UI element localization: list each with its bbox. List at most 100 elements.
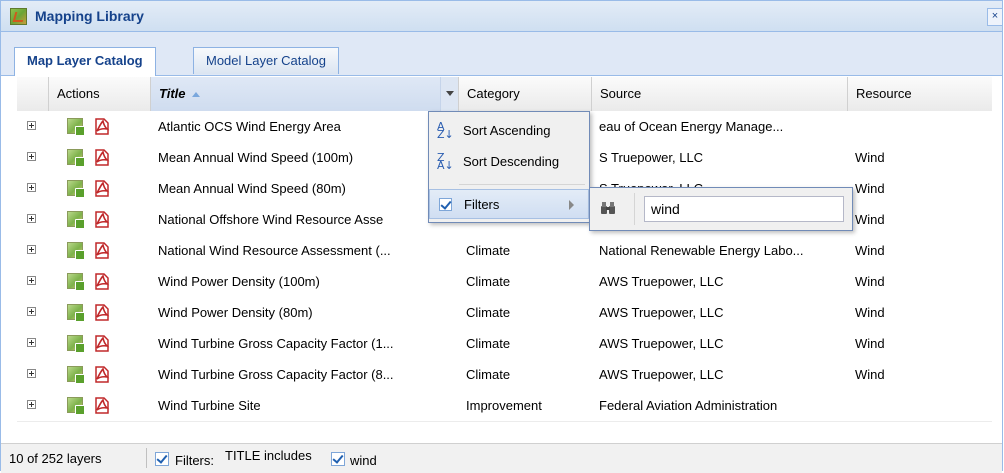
row-resource: Wind — [855, 212, 885, 227]
row-title: Atlantic OCS Wind Energy Area — [158, 119, 341, 134]
pdf-icon[interactable] — [93, 210, 110, 229]
header-resource[interactable]: Resource — [847, 77, 995, 111]
filters-checkbox[interactable] — [439, 198, 452, 211]
table-row[interactable]: Wind Turbine Gross Capacity Factor (8...… — [17, 359, 992, 391]
menu-sort-descending-label: Sort Descending — [463, 154, 560, 169]
table-row[interactable]: Wind Power Density (100m) Climate AWS Tr… — [17, 266, 992, 298]
pdf-icon[interactable] — [93, 334, 110, 353]
expand-row-icon[interactable] — [27, 400, 36, 409]
submenu-separator — [634, 193, 635, 225]
add-to-map-icon[interactable] — [67, 118, 85, 136]
pdf-icon[interactable] — [93, 179, 110, 198]
map-app-icon — [10, 8, 27, 25]
row-resource: Wind — [855, 274, 885, 289]
expand-row-icon[interactable] — [27, 183, 36, 192]
row-resource: Wind — [855, 336, 885, 351]
header-title[interactable]: Title — [150, 77, 458, 111]
row-resource: Wind — [855, 243, 885, 258]
table-row[interactable]: Wind Power Density (80m) Climate AWS Tru… — [17, 297, 992, 329]
row-source: AWS Truepower, LLC — [599, 305, 724, 320]
filter-value-checkbox[interactable] — [331, 452, 345, 466]
add-to-map-icon[interactable] — [67, 335, 85, 353]
header-category[interactable]: Category — [458, 77, 591, 111]
column-context-menu: A Z↓ Sort Ascending Z A↓ Sort Descending F… — [428, 111, 590, 223]
add-to-map-icon[interactable] — [67, 180, 85, 198]
row-resource: Wind — [855, 305, 885, 320]
expand-row-icon[interactable] — [27, 245, 36, 254]
row-title: Wind Turbine Gross Capacity Factor (8... — [158, 367, 394, 382]
row-source: AWS Truepower, LLC — [599, 336, 724, 351]
header-expander-column — [17, 77, 48, 111]
row-category: Climate — [466, 305, 511, 320]
row-source: AWS Truepower, LLC — [599, 367, 724, 382]
expand-row-icon[interactable] — [27, 152, 36, 161]
row-title: Wind Power Density (80m) — [158, 305, 313, 320]
expand-row-icon[interactable] — [27, 276, 36, 285]
filter-text-input[interactable]: wind — [644, 196, 844, 222]
header-actions[interactable]: Actions — [48, 77, 150, 111]
sort-descending-icon: Z A↓ — [437, 151, 454, 172]
row-source: National Renewable Energy Labo... — [599, 243, 804, 258]
add-to-map-icon[interactable] — [67, 304, 85, 322]
row-title: National Offshore Wind Resource Asse — [158, 212, 384, 227]
row-resource: Wind — [855, 150, 885, 165]
sort-ascending-arrow-icon — [191, 92, 200, 98]
row-source: eau of Ocean Energy Manage... — [599, 119, 784, 134]
row-source: AWS Truepower, LLC — [599, 274, 724, 289]
filter-submenu: wind — [589, 187, 853, 231]
filters-active-checkbox[interactable] — [155, 452, 169, 466]
expand-row-icon[interactable] — [27, 121, 36, 130]
row-resource — [855, 390, 985, 421]
add-to-map-icon[interactable] — [67, 149, 85, 167]
expand-row-icon[interactable] — [27, 338, 36, 347]
expand-row-icon[interactable] — [27, 307, 36, 316]
pdf-icon[interactable] — [93, 148, 110, 167]
row-category: Improvement — [466, 398, 542, 413]
row-category: Climate — [466, 274, 511, 289]
table-row[interactable]: National Wind Resource Assessment (... C… — [17, 235, 992, 267]
add-to-map-icon[interactable] — [67, 366, 85, 384]
row-title: Wind Turbine Site — [158, 398, 261, 413]
submenu-arrow-icon — [569, 200, 574, 210]
window-titlebar[interactable]: Mapping Library × — [1, 1, 1002, 32]
pdf-icon[interactable] — [93, 365, 110, 384]
row-title: Mean Annual Wind Speed (80m) — [158, 181, 346, 196]
mapping-library-window: Mapping Library × Map Layer Catalog Mode… — [0, 0, 1003, 473]
row-resource: Wind — [855, 181, 885, 196]
close-button[interactable]: × — [987, 8, 1002, 26]
row-title: Mean Annual Wind Speed (100m) — [158, 150, 354, 165]
window-title: Mapping Library — [35, 8, 144, 24]
row-source: Federal Aviation Administration — [599, 398, 778, 413]
expand-row-icon[interactable] — [27, 214, 36, 223]
menu-filters[interactable]: Filters — [429, 189, 589, 219]
pdf-icon[interactable] — [93, 272, 110, 291]
menu-filters-label: Filters — [464, 197, 500, 212]
menu-separator — [459, 184, 585, 185]
row-category: Climate — [466, 336, 511, 351]
column-menu-trigger-icon[interactable] — [440, 77, 459, 111]
table-row[interactable]: Wind Turbine Gross Capacity Factor (1...… — [17, 328, 992, 360]
tab-model-layer-catalog[interactable]: Model Layer Catalog — [193, 47, 339, 74]
row-title: Wind Power Density (100m) — [158, 274, 320, 289]
layer-count: 10 of 252 layers — [9, 451, 102, 466]
menu-sort-ascending[interactable]: A Z↓ Sort Ascending — [429, 116, 589, 146]
filters-label: Filters: — [175, 453, 214, 468]
pdf-icon[interactable] — [93, 117, 110, 136]
add-to-map-icon[interactable] — [67, 273, 85, 291]
pdf-icon[interactable] — [93, 303, 110, 322]
row-title: National Wind Resource Assessment (... — [158, 243, 391, 258]
add-to-map-icon[interactable] — [67, 397, 85, 415]
pdf-icon[interactable] — [93, 396, 110, 415]
expand-row-icon[interactable] — [27, 369, 36, 378]
menu-sort-descending[interactable]: Z A↓ Sort Descending — [429, 147, 589, 177]
pdf-icon[interactable] — [93, 241, 110, 260]
row-source: S Truepower, LLC — [599, 150, 704, 165]
row-title: Wind Turbine Gross Capacity Factor (1... — [158, 336, 394, 351]
status-separator — [146, 448, 147, 468]
filter-description: TITLE includes — [225, 448, 312, 463]
table-row[interactable]: Wind Turbine Site Improvement Federal Av… — [17, 390, 992, 422]
header-source[interactable]: Source — [591, 77, 847, 111]
tab-map-layer-catalog[interactable]: Map Layer Catalog — [14, 47, 156, 76]
add-to-map-icon[interactable] — [67, 242, 85, 260]
add-to-map-icon[interactable] — [67, 211, 85, 229]
